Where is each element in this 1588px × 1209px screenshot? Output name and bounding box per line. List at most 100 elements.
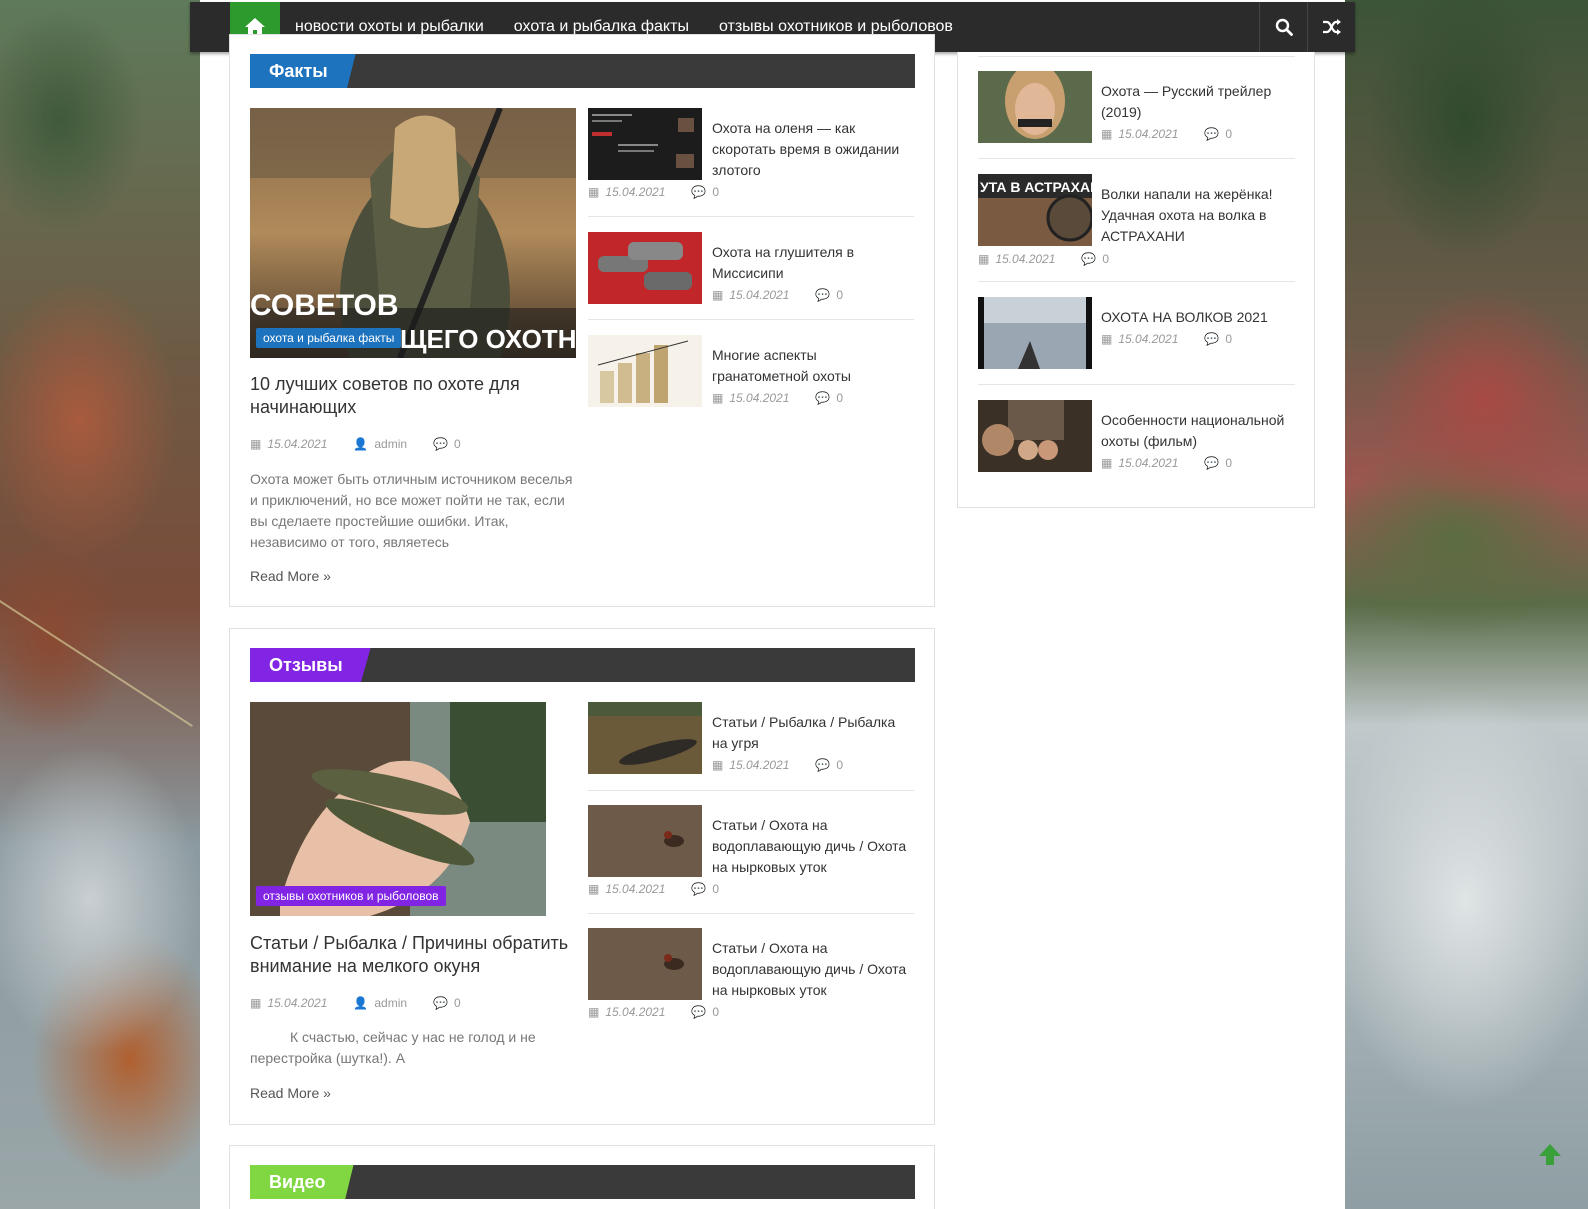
divider: [978, 158, 1295, 159]
comment-count[interactable]: 0: [1102, 252, 1109, 266]
arrow-up-icon: [1539, 1144, 1561, 1165]
post-thumbnail[interactable]: [588, 928, 702, 1000]
comment-count[interactable]: 0: [712, 1005, 719, 1019]
post-date[interactable]: 15.04.2021: [605, 185, 665, 199]
featured-title[interactable]: Статьи / Рыбалка / Причины обратить вним…: [250, 932, 585, 978]
list-item: Охота на глушителя в Миссисипи ▦ 15.04.2…: [588, 232, 914, 312]
post-thumbnail[interactable]: [978, 71, 1092, 143]
sidebar-widget: Охота — Русский трейлер (2019) ▦ 15.04.2…: [957, 52, 1315, 508]
post-meta: ▦ 15.04.2021 💬 0: [588, 185, 719, 199]
featured-meta: ▦ 15.04.2021 👤 admin 💬 0: [250, 437, 461, 451]
post-meta: ▦ 15.04.2021 💬 0: [588, 882, 719, 896]
post-thumbnail[interactable]: [588, 335, 702, 407]
post-title[interactable]: Многие аспекты гранатометной охоты: [712, 345, 912, 387]
divider: [978, 384, 1295, 385]
section-header-video: Видео: [250, 1165, 915, 1199]
post-thumbnail[interactable]: УТА В АСТРАХАН: [978, 174, 1092, 246]
post-title[interactable]: Особенности национальной охоты (фильм): [1101, 410, 1296, 452]
random-post-button[interactable]: [1307, 2, 1355, 52]
list-item: Статьи / Охота на водоплавающую дичь / О…: [588, 805, 914, 905]
post-title[interactable]: Охота — Русский трейлер (2019): [1101, 81, 1296, 123]
scroll-to-top-button[interactable]: [1536, 1140, 1564, 1168]
post-title[interactable]: Волки напали на жерёнка! Удачная охота н…: [1101, 184, 1296, 247]
category-badge[interactable]: отзывы охотников и рыболовов: [256, 886, 446, 906]
section-title[interactable]: Факты: [250, 54, 356, 88]
post-title[interactable]: Охота на оленя — как скоротать время в о…: [712, 118, 912, 181]
calendar-icon: ▦: [712, 288, 724, 302]
post-date[interactable]: 15.04.2021: [729, 391, 789, 405]
post-date[interactable]: 15.04.2021: [1118, 127, 1178, 141]
featured-image[interactable]: СОВЕТОВ ЩЕГО ОХОТНИ охота и рыбалка факт…: [250, 108, 576, 358]
post-author[interactable]: admin: [374, 437, 407, 451]
post-thumbnail[interactable]: [978, 297, 1092, 369]
background-left: [0, 0, 210, 1209]
post-date[interactable]: 15.04.2021: [729, 758, 789, 772]
calendar-icon: ▦: [978, 252, 990, 266]
post-meta: ▦ 15.04.2021 💬 0: [1101, 127, 1232, 141]
post-title[interactable]: Статьи / Охота на водоплавающую дичь / О…: [712, 815, 912, 878]
calendar-icon: ▦: [588, 882, 600, 896]
comment-icon: 💬: [815, 288, 831, 302]
featured-excerpt: К счастью, сейчас у нас не голод и не пе…: [250, 1029, 536, 1066]
featured-image[interactable]: отзывы охотников и рыболовов: [250, 702, 546, 916]
calendar-icon: ▦: [588, 1005, 600, 1019]
read-more-link[interactable]: Read More »: [250, 1085, 331, 1101]
post-date[interactable]: 15.04.2021: [267, 996, 327, 1010]
post-thumbnail[interactable]: [588, 702, 702, 774]
comment-count[interactable]: 0: [836, 758, 843, 772]
comment-icon: 💬: [691, 882, 707, 896]
calendar-icon: ▦: [1101, 456, 1113, 470]
comment-count[interactable]: 0: [836, 391, 843, 405]
post-thumbnail[interactable]: [588, 232, 702, 304]
comment-count[interactable]: 0: [454, 996, 461, 1010]
post-date[interactable]: 15.04.2021: [1118, 456, 1178, 470]
comment-count[interactable]: 0: [712, 882, 719, 896]
comment-count[interactable]: 0: [712, 185, 719, 199]
comment-count[interactable]: 0: [1225, 456, 1232, 470]
list-item: Многие аспекты гранатометной охоты ▦ 15.…: [588, 335, 914, 415]
comment-icon: 💬: [691, 185, 707, 199]
post-date[interactable]: 15.04.2021: [605, 1005, 665, 1019]
post-title[interactable]: Охота на глушителя в Миссисипи: [712, 242, 912, 284]
post-meta: ▦ 15.04.2021 💬 0: [712, 288, 843, 302]
section-title[interactable]: Видео: [250, 1165, 354, 1199]
post-date[interactable]: 15.04.2021: [267, 437, 327, 451]
post-date[interactable]: 15.04.2021: [729, 288, 789, 302]
calendar-icon: ▦: [588, 185, 600, 199]
category-badge[interactable]: охота и рыбалка факты: [256, 328, 402, 348]
calendar-icon: ▦: [1101, 332, 1113, 346]
post-date[interactable]: 15.04.2021: [1118, 332, 1178, 346]
post-title[interactable]: ОХОТА НА ВОЛКОВ 2021: [1101, 307, 1296, 328]
post-title[interactable]: Статьи / Рыбалка / Рыбалка на угря: [712, 712, 912, 754]
post-thumbnail[interactable]: [588, 108, 702, 180]
comment-count[interactable]: 0: [1225, 127, 1232, 141]
calendar-icon: ▦: [250, 996, 262, 1010]
featured-excerpt: Охота может быть отличным источником вес…: [250, 471, 573, 550]
sidebar-item: УТА В АСТРАХАН Волки напали на жерёнка! …: [978, 174, 1295, 274]
search-button[interactable]: [1259, 2, 1307, 52]
section-title[interactable]: Отзывы: [250, 648, 371, 682]
featured-title[interactable]: 10 лучших советов по охоте для начинающи…: [250, 373, 580, 419]
post-author[interactable]: admin: [374, 996, 407, 1010]
post-date[interactable]: 15.04.2021: [605, 882, 665, 896]
image-overlay-text: СОВЕТОВ: [250, 289, 399, 322]
sidebar-item: Особенности национальной охоты (фильм) ▦…: [978, 400, 1295, 480]
comment-count[interactable]: 0: [836, 288, 843, 302]
comment-count[interactable]: 0: [1225, 332, 1232, 346]
post-thumbnail[interactable]: [978, 400, 1092, 472]
search-icon: [1275, 18, 1293, 36]
comment-icon: 💬: [1204, 332, 1220, 346]
post-title[interactable]: Статьи / Охота на водоплавающую дичь / О…: [712, 938, 912, 1001]
post-meta: ▦ 15.04.2021 💬 0: [1101, 456, 1232, 470]
read-more-link[interactable]: Read More »: [250, 568, 331, 584]
user-icon: 👤: [353, 996, 369, 1010]
post-date[interactable]: 15.04.2021: [995, 252, 1055, 266]
post-meta: ▦ 15.04.2021 💬 0: [588, 1005, 719, 1019]
sidebar-item: Охота — Русский трейлер (2019) ▦ 15.04.2…: [978, 71, 1295, 151]
post-thumbnail[interactable]: [588, 805, 702, 877]
comment-icon: 💬: [815, 391, 831, 405]
post-meta: ▦ 15.04.2021 💬 0: [712, 758, 843, 772]
comment-count[interactable]: 0: [454, 437, 461, 451]
post-meta: ▦ 15.04.2021 💬 0: [978, 252, 1109, 266]
divider: [588, 216, 914, 217]
